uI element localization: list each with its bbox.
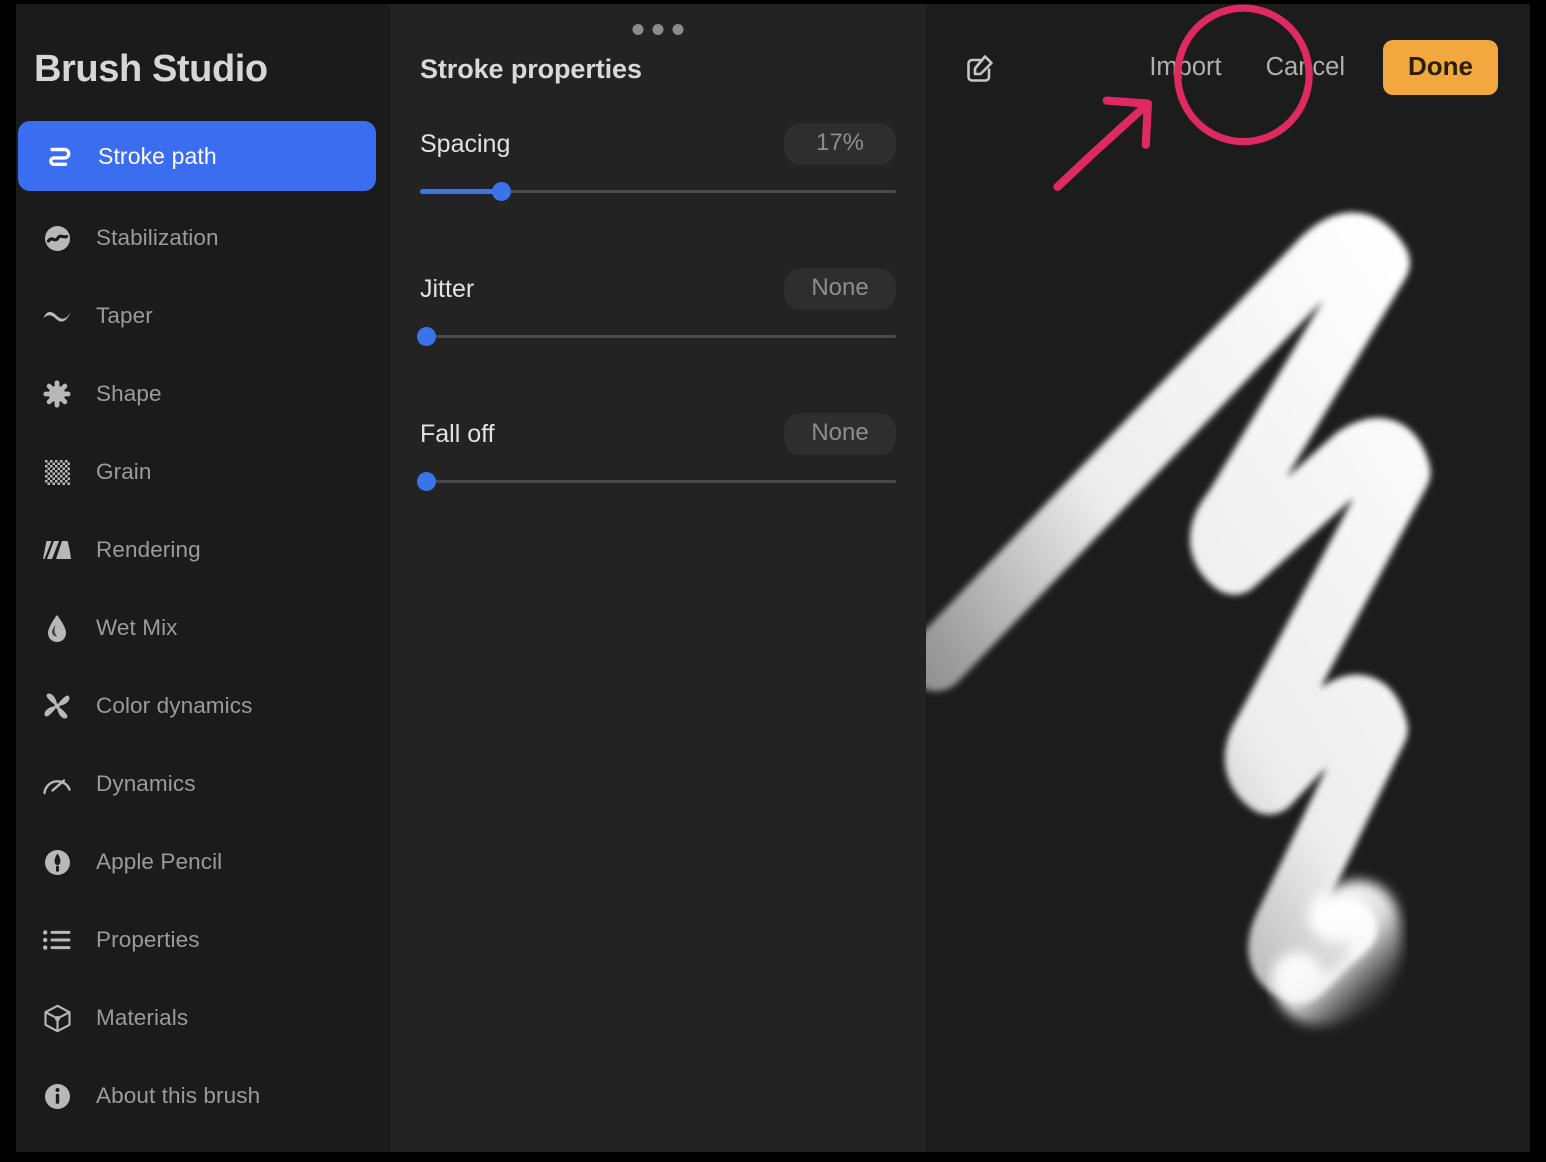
sidebar-item-label: Stabilization [96,225,219,250]
stabilization-icon [40,225,74,252]
sidebar-item-rendering[interactable]: Rendering [16,519,390,581]
slider-label: Fall off [420,419,495,448]
sidebar-item-label: Shape [96,381,162,406]
cube-icon [40,1004,74,1033]
more-dots-icon[interactable] [623,16,694,43]
slider-track[interactable] [416,327,896,346]
done-button[interactable]: Done [1383,39,1498,95]
sidebar-item-label: Materials [96,1005,189,1030]
brush-stroke-preview [926,212,1431,1026]
sidebar-item-materials[interactable]: Materials [16,987,390,1049]
slider-thumb[interactable] [416,472,436,491]
sidebar-item-label: About this brush [96,1083,261,1108]
brush-preview-panel: Import Cancel Done [926,4,1530,1152]
water-drop-icon [40,614,74,643]
status-badge[interactable]: None [784,413,896,455]
toolbar: Import Cancel Done [926,4,1530,130]
page-title: Brush Studio [34,48,268,90]
slider-track[interactable] [416,472,896,491]
sidebar-item-wet-mix[interactable]: Wet Mix [16,597,390,659]
sidebar-item-label: Taper [96,303,153,328]
sidebar-item-label: Wet Mix [96,615,178,640]
sidebar-item-label: Rendering [96,537,201,562]
sidebar-item-color-dynamics[interactable]: Color dynamics [16,675,390,737]
sidebar-item-properties[interactable]: Properties [16,909,390,971]
slider-rail [420,480,896,483]
sidebar-item-about-this-brush[interactable]: About this brush [16,1065,390,1127]
pinwheel-icon [40,692,74,720]
apple-pencil-icon [40,849,74,876]
taper-wave-icon [40,306,74,326]
sidebar-item-taper[interactable]: Taper [16,285,390,347]
stroke-properties-panel: Stroke properties Spacing 17% Jitter Non… [390,4,926,1152]
cancel-button[interactable]: Cancel [1244,45,1367,90]
slider-track[interactable] [420,182,896,201]
slider-jitter: Jitter None [416,268,896,346]
slider-header: Spacing 17% [420,123,896,165]
slider-group: Spacing 17% Jitter None Fall off None [390,85,926,491]
dot [652,24,664,35]
sidebar-item-label: Dynamics [96,771,196,796]
sidebar-item-label: Color dynamics [96,693,253,718]
speedometer-icon [40,772,74,796]
status-badge[interactable]: None [784,268,896,310]
sidebar-item-stabilization[interactable]: Stabilization [16,207,390,269]
brush-studio-window: Brush Studio Stroke path Stabilization T… [16,4,1530,1152]
rendering-icon [40,539,74,561]
slider-spacing: Spacing 17% [420,123,896,201]
slider-label: Jitter [420,274,475,303]
dot [632,24,644,35]
slider-fall-off: Fall off None [416,413,896,491]
sidebar-item-dynamics[interactable]: Dynamics [16,753,390,815]
sidebar-item-label: Properties [96,927,200,952]
slider-fill [420,189,501,194]
sidebar-item-label: Stroke path [98,142,217,169]
grain-checker-icon [40,459,74,485]
sidebar-item-label: Grain [96,459,152,484]
slider-thumb[interactable] [416,327,436,346]
status-badge[interactable]: 17% [784,123,896,165]
slider-header: Fall off None [420,413,896,455]
sidebar-item-grain[interactable]: Grain [16,441,390,503]
shape-starburst-icon [40,380,74,408]
info-icon [40,1083,74,1110]
slider-header: Jitter None [420,268,896,310]
toolbar-actions: Import Cancel Done [1127,39,1512,95]
slider-thumb[interactable] [491,182,511,201]
stroke-path-icon [42,141,76,171]
sidebar-item-label: Apple Pencil [96,849,223,874]
import-button[interactable]: Import [1127,45,1243,90]
sidebar-item-shape[interactable]: Shape [16,363,390,425]
sidebar-nav-list: Stroke path Stabilization Taper Shape Gr… [16,121,390,1127]
slider-rail [420,335,896,338]
sidebar-item-stroke-path[interactable]: Stroke path [18,121,376,191]
list-icon [40,930,74,950]
sidebar: Brush Studio Stroke path Stabilization T… [16,4,390,1152]
slider-label: Spacing [420,129,511,158]
dot [672,24,684,35]
sidebar-item-apple-pencil[interactable]: Apple Pencil [16,831,390,893]
compose-edit-icon[interactable] [958,44,1004,90]
screenshot-frame: Brush Studio Stroke path Stabilization T… [0,0,1546,1162]
